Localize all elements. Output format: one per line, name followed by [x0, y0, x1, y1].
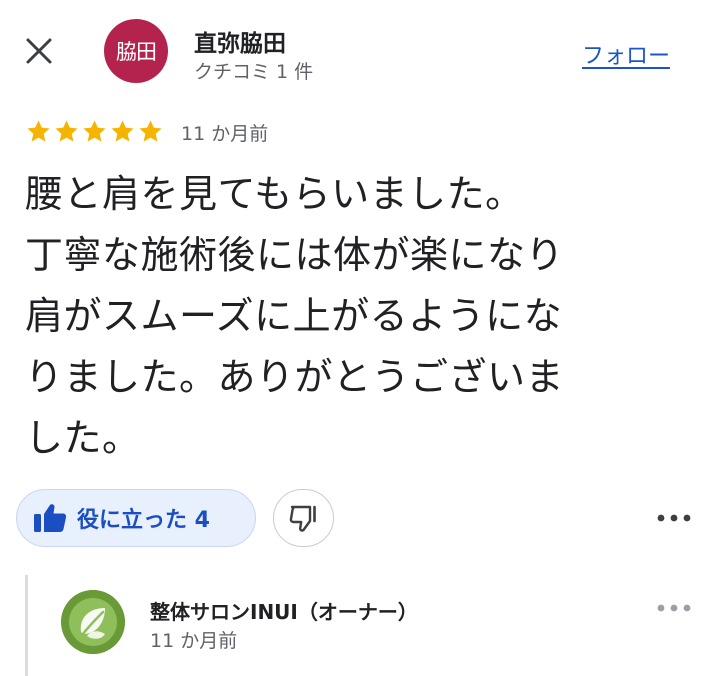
not-helpful-button[interactable] [273, 489, 334, 547]
review-text: 腰と肩を見てもらいました。 丁寧な施術後には体が楽になり 肩がスムーズに上がるよ… [25, 172, 565, 460]
leaf-logo-icon [61, 590, 125, 654]
review-more-button[interactable] [656, 508, 692, 528]
reply-divider [25, 575, 28, 676]
close-button[interactable] [22, 34, 56, 68]
owner-avatar[interactable] [61, 590, 125, 654]
more-horizontal-icon [657, 604, 691, 612]
star-icon [111, 120, 134, 142]
helpful-button[interactable]: 役に立った 4 [16, 489, 256, 547]
reviewer-avatar[interactable]: 脇田 [104, 19, 168, 83]
reviewer-name[interactable]: 直弥脇田 [194, 24, 286, 58]
close-icon [26, 38, 52, 64]
star-rating [25, 118, 164, 145]
thumbs-up-icon [34, 504, 67, 532]
reviewer-review-count: クチコミ 1 件 [194, 61, 314, 83]
reviewer-avatar-text: 脇田 [116, 40, 157, 64]
thumbs-down-icon [289, 505, 316, 532]
review-date: 11 か月前 [181, 123, 269, 145]
star-icon [55, 120, 78, 142]
owner-name: 整体サロンINUI（オーナー） [150, 600, 418, 624]
owner-reply-date: 11 か月前 [150, 630, 238, 652]
star-icon [83, 120, 106, 142]
follow-button[interactable]: フォロー [582, 38, 670, 70]
more-horizontal-icon [657, 514, 691, 522]
star-icon [139, 120, 162, 142]
star-icon [27, 120, 50, 142]
helpful-label: 役に立った 4 [77, 508, 210, 533]
owner-reply-more-button[interactable] [656, 598, 692, 618]
